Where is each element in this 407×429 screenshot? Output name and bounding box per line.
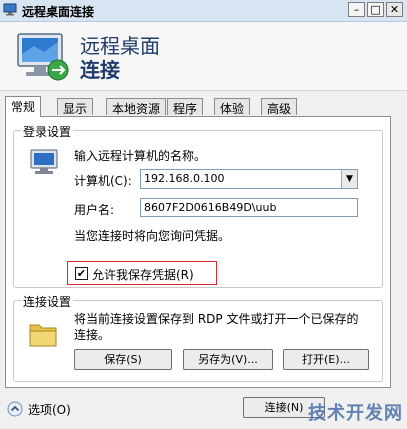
connection-description: 将当前连接设置保存到 RDP 文件或打开一个已保存的连接。	[74, 312, 359, 342]
header-banner: 远程桌面 连接	[0, 22, 407, 91]
credential-prompt-text: 当您连接时将向您询问凭据。	[74, 229, 231, 243]
tab-advanced[interactable]: 高级	[261, 98, 298, 116]
minimize-button[interactable]: –	[348, 2, 365, 17]
close-button[interactable]: ✕	[386, 2, 403, 17]
tab-programs[interactable]: 程序	[167, 98, 204, 116]
open-button[interactable]: 打开(E)...	[283, 349, 369, 370]
login-settings-group: 登录设置 输入远程计算机的名称。 计算机(C): 192.168.0.100 ▼…	[13, 123, 383, 288]
title-bar[interactable]: 远程桌面连接 – □ ✕	[0, 0, 407, 22]
username-label: 用户名:	[74, 203, 115, 217]
connection-settings-group: 连接设置 将当前连接设置保存到 RDP 文件或打开一个已保存的连接。 保存(S)…	[13, 293, 383, 382]
username-value: 8607F2D0616B49D\uub	[144, 201, 277, 214]
login-settings-title: 登录设置	[21, 123, 74, 140]
maximize-button[interactable]: □	[367, 2, 384, 17]
save-as-button[interactable]: 另存为(V)...	[183, 349, 273, 370]
tab-display[interactable]: 显示	[57, 98, 94, 116]
computer-combobox[interactable]: 192.168.0.100 ▼	[140, 169, 358, 189]
username-field[interactable]: 8607F2D0616B49D\uub	[140, 198, 358, 217]
watermark-logo: 技术开发网	[308, 403, 403, 424]
folder-icon	[29, 324, 57, 347]
tab-general[interactable]: 常规	[5, 96, 42, 117]
save-button[interactable]: 保存(S)	[74, 349, 172, 370]
save-credentials-label[interactable]: 允许我保存凭据(R)	[92, 266, 194, 283]
remote-desktop-app-icon	[3, 3, 17, 16]
footer-bar: 选项(O) 连接(N) 技术开发网	[0, 390, 407, 429]
tab-local-resources[interactable]: 本地资源	[106, 98, 167, 116]
options-label[interactable]: 选项(O)	[28, 401, 71, 418]
computer-label: 计算机(C):	[74, 174, 132, 188]
general-tab-panel: 登录设置 输入远程计算机的名称。 计算机(C): 192.168.0.100 ▼…	[5, 116, 391, 388]
window-title: 远程桌面连接	[22, 5, 95, 19]
options-toggle-icon[interactable]	[7, 401, 23, 417]
remote-desktop-monitor-icon	[17, 33, 69, 81]
instruction-text: 输入远程计算机的名称。	[74, 149, 207, 163]
computer-icon	[30, 149, 58, 174]
tab-experience[interactable]: 体验	[214, 98, 251, 116]
chevron-down-icon[interactable]: ▼	[341, 170, 357, 188]
computer-value: 192.168.0.100	[144, 172, 225, 185]
header-title-line2: 连接	[80, 58, 120, 82]
remote-desktop-window: 远程桌面连接 – □ ✕ 远程桌面 连接 常规 显示 本地资源 程序 体验 高级…	[0, 0, 407, 429]
save-credentials-checkbox[interactable]: ✔	[75, 267, 88, 280]
connection-settings-title: 连接设置	[21, 293, 74, 310]
